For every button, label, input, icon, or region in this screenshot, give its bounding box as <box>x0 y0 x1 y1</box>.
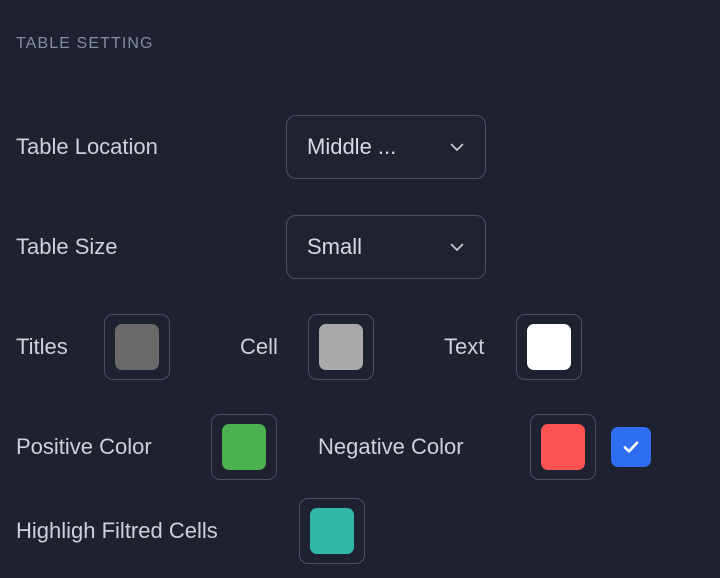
table-location-label: Table Location <box>16 134 158 159</box>
chevron-down-icon <box>447 137 467 157</box>
positive-color-swatch[interactable] <box>211 414 277 480</box>
negative-color-swatch[interactable] <box>530 414 596 480</box>
positive-color-fill <box>222 424 266 470</box>
table-size-row: Table Size Small <box>0 215 720 279</box>
table-size-dropdown[interactable]: Small <box>286 215 486 279</box>
cell-color-swatch[interactable] <box>308 314 374 380</box>
chevron-down-icon <box>447 237 467 257</box>
cell-color-fill <box>319 324 363 370</box>
titles-color-fill <box>115 324 159 370</box>
text-color-fill <box>527 324 571 370</box>
highlight-filtered-cells-row: Highligh Filtred Cells <box>0 498 720 564</box>
negative-color-label: Negative Color <box>318 434 464 459</box>
titles-label: Titles <box>16 334 68 359</box>
table-location-dropdown[interactable]: Middle ... <box>286 115 486 179</box>
titles-color-swatch[interactable] <box>104 314 170 380</box>
table-size-label: Table Size <box>16 234 118 259</box>
highlight-filtered-cells-color-swatch[interactable] <box>299 498 365 564</box>
text-color-swatch[interactable] <box>516 314 582 380</box>
table-location-row: Table Location Middle ... <box>0 115 720 179</box>
highlight-filtered-cells-color-fill <box>310 508 354 554</box>
table-location-value: Middle ... <box>307 134 397 159</box>
positive-color-label: Positive Color <box>16 434 152 459</box>
text-label: Text <box>444 334 485 359</box>
section-title: TABLE SETTING <box>16 35 154 52</box>
table-setting-panel: TABLE SETTING Table Location Middle ... … <box>0 0 720 578</box>
negative-color-fill <box>541 424 585 470</box>
check-icon <box>620 436 642 458</box>
table-size-value: Small <box>307 234 363 259</box>
basic-colors-row: Titles Cell Text <box>0 314 720 380</box>
negative-color-checkbox[interactable] <box>611 427 651 467</box>
highlight-filtered-cells-label: Highligh Filtred Cells <box>16 518 218 543</box>
cell-label: Cell <box>240 334 278 359</box>
positive-negative-colors-row: Positive Color Negative Color <box>0 414 720 480</box>
